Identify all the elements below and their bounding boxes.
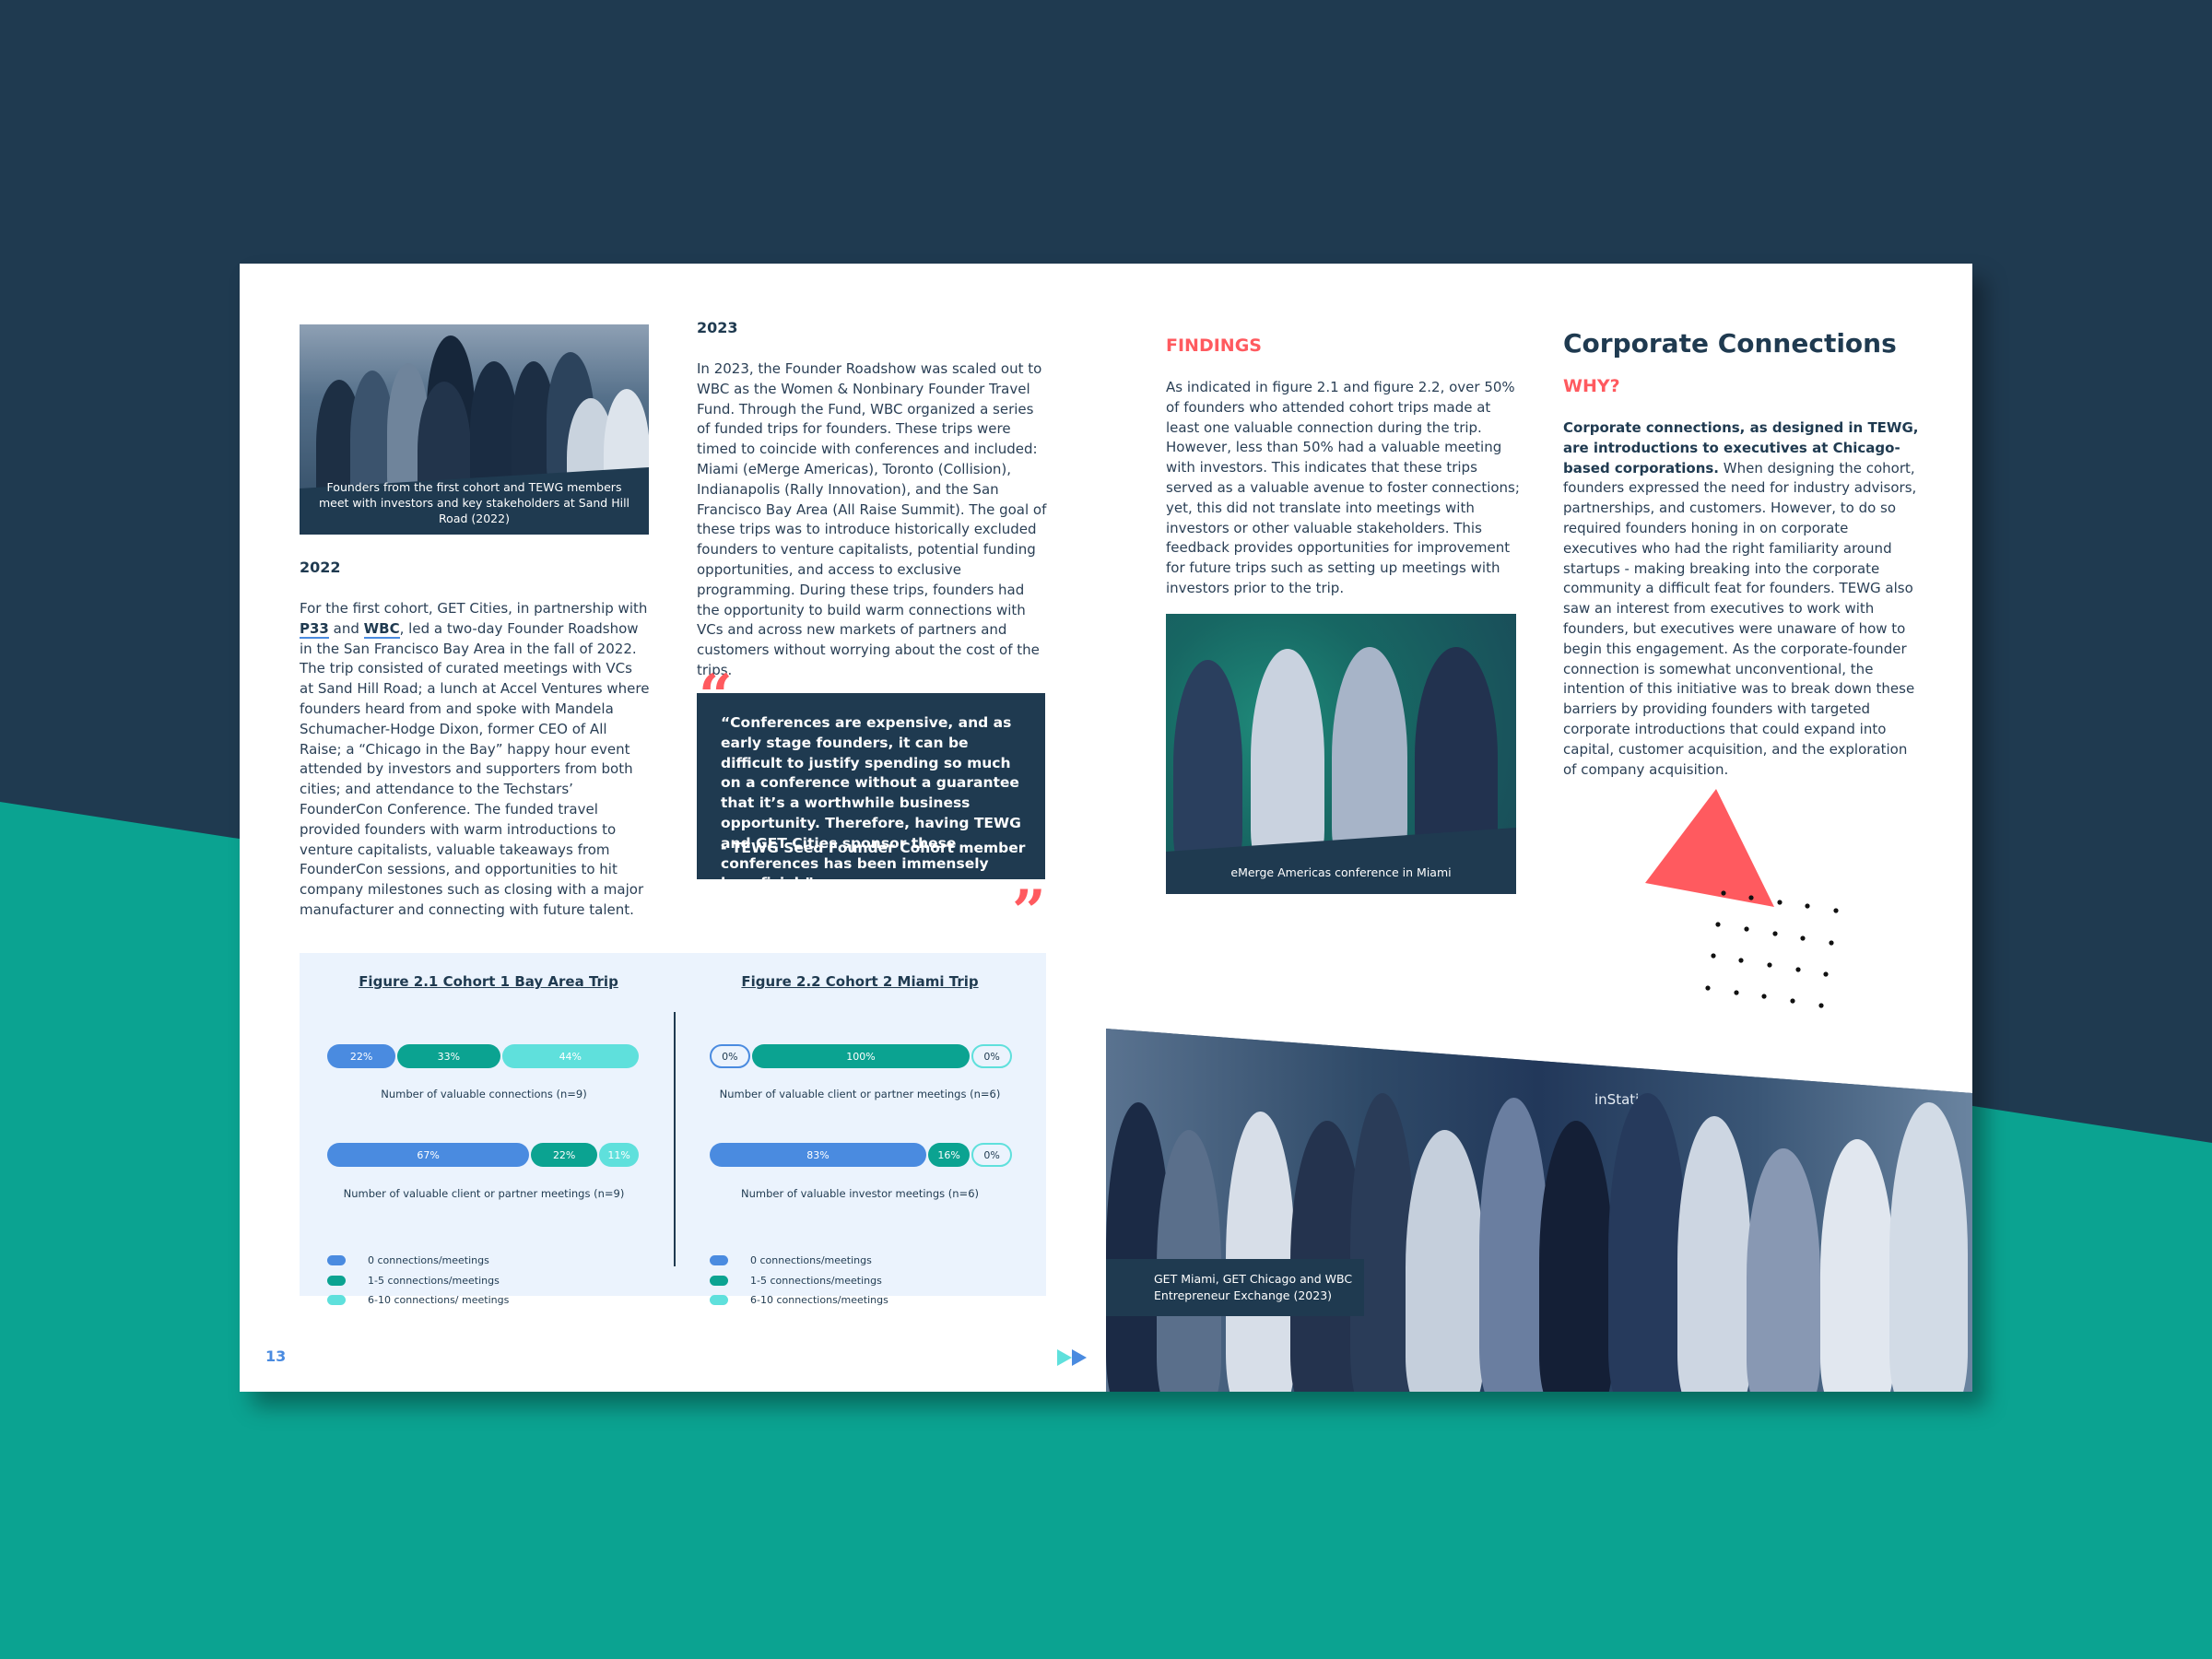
bar-segment-2: 16% xyxy=(927,1143,971,1167)
bar-segment-1: 67% xyxy=(327,1143,530,1167)
photo-entrepreneur-exchange: inStatic GET Miami, GET Chicago and WBC … xyxy=(1106,1029,1972,1392)
paragraph-2022: For the first cohort, GET Cities, in par… xyxy=(300,599,650,921)
paragraph-text: and xyxy=(328,619,364,637)
photo-caption-line-1: GET Miami, GET Chicago and WBC xyxy=(1154,1272,1353,1286)
photo-caption-line-2: Entrepreneur Exchange (2023) xyxy=(1154,1288,1333,1302)
bar-segment-3: 0% xyxy=(971,1044,1012,1068)
legend-label: 0 connections/meetings xyxy=(368,1254,489,1267)
bar-segment-2: 100% xyxy=(751,1044,971,1068)
figure-2-2-row-1-bar: 0% 100% 0% xyxy=(710,1044,1014,1068)
corporate-paragraph: Corporate connections, as designed in TE… xyxy=(1563,418,1923,780)
legend-item: 1-5 connections/meetings xyxy=(710,1271,888,1291)
bar-segment-1: 83% xyxy=(710,1143,926,1167)
quote-box: “Conferences are expensive, and as early… xyxy=(697,693,1045,891)
legend-item: 6-10 connections/ meetings xyxy=(327,1290,509,1311)
heading-2023: 2023 xyxy=(697,319,738,336)
quote-text: “Conferences are expensive, and as early… xyxy=(721,714,1021,892)
legend-item: 1-5 connections/meetings xyxy=(327,1271,509,1291)
photo-caption: Founders from the first cohort and TEWG … xyxy=(318,480,630,525)
figures-divider xyxy=(674,1012,676,1266)
legend-label: 1-5 connections/meetings xyxy=(750,1274,882,1287)
legend-swatch-teal xyxy=(710,1275,728,1286)
figure-2-1-row-1-bar: 22% 33% 44% xyxy=(327,1044,641,1068)
bar-segment-2: 33% xyxy=(397,1044,500,1068)
paragraph-text: , led a two-day Founder Roadshow in the … xyxy=(300,619,650,918)
heading-2022: 2022 xyxy=(300,559,341,576)
legend-swatch-teal xyxy=(327,1275,346,1286)
bar-segment-3: 44% xyxy=(501,1044,640,1068)
legend-label: 0 connections/meetings xyxy=(750,1254,872,1267)
findings-heading: FINDINGS xyxy=(1166,335,1262,356)
legend-swatch-blue xyxy=(327,1255,346,1266)
photo-sand-hill-road: Founders from the first cohort and TEWG … xyxy=(300,324,649,535)
legend-label: 6-10 connections/meetings xyxy=(750,1294,888,1307)
dot-grid xyxy=(1705,890,1839,1008)
figure-2-1-title: Figure 2.1 Cohort 1 Bay Area Trip xyxy=(359,973,618,990)
why-subheading: WHY? xyxy=(1563,376,1620,396)
legend-item: 6-10 connections/meetings xyxy=(710,1290,888,1311)
open-quote-icon: “ xyxy=(699,662,733,731)
bar-segment-2: 22% xyxy=(531,1143,598,1167)
quote-attribution: - TEWG Seed Founder Cohort member xyxy=(721,840,1026,856)
bar-segment-3: 11% xyxy=(599,1143,639,1167)
figure-2-2-row-2-label: Number of valuable investor meetings (n=… xyxy=(741,1187,979,1200)
findings-paragraph: As indicated in figure 2.1 and figure 2.… xyxy=(1166,379,1520,596)
legend-label: 1-5 connections/meetings xyxy=(368,1274,500,1287)
figure-2-1-row-2-label: Number of valuable client or partner mee… xyxy=(343,1187,625,1200)
figure-2-2-title: Figure 2.2 Cohort 2 Miami Trip xyxy=(741,973,979,990)
legend-swatch-aqua xyxy=(327,1295,346,1306)
photo-caption-box: GET Miami, GET Chicago and WBC Entrepren… xyxy=(1106,1259,1364,1316)
corporate-connections-heading: Corporate Connections xyxy=(1563,328,1897,359)
paragraph-2023: In 2023, the Founder Roadshow was scaled… xyxy=(697,360,1047,678)
link-wbc[interactable]: WBC xyxy=(363,619,400,639)
page-number: 13 xyxy=(265,1347,287,1365)
fast-forward-icon[interactable] xyxy=(1057,1349,1090,1366)
figure-2-2-row-1-label: Number of valuable client or partner mee… xyxy=(719,1088,1001,1100)
bar-segment-1: 22% xyxy=(327,1044,396,1068)
figure-2-2-row-2-bar: 83% 16% 0% xyxy=(710,1143,1014,1167)
legend-swatch-aqua xyxy=(710,1295,728,1306)
legend-item: 0 connections/meetings xyxy=(327,1251,509,1271)
booklet-spread: Founders from the first cohort and TEWG … xyxy=(240,264,1972,1392)
legend-swatch-blue xyxy=(710,1255,728,1266)
figure-2-1-legend: 0 connections/meetings 1-5 connections/m… xyxy=(327,1251,509,1311)
photo-emerge-miami: eMerge Americas conference in Miami xyxy=(1166,614,1516,894)
paragraph-text: For the first cohort, GET Cities, in par… xyxy=(300,600,648,617)
figure-2-1-row-2-bar: 67% 22% 11% xyxy=(327,1143,641,1167)
right-page: FINDINGS As indicated in figure 2.1 and … xyxy=(1106,264,1972,1392)
legend-label: 6-10 connections/ meetings xyxy=(368,1294,510,1307)
figures-panel: Figure 2.1 Cohort 1 Bay Area Trip 22% 33%… xyxy=(300,953,1046,1306)
bar-segment-3: 0% xyxy=(971,1143,1012,1167)
legend-item: 0 connections/meetings xyxy=(710,1251,888,1271)
corporate-text: When designing the cohort, founders expr… xyxy=(1563,459,1917,778)
decorative-triangle-dots xyxy=(1645,789,1839,1008)
close-quote-icon: ” xyxy=(1012,877,1046,947)
link-p33[interactable]: P33 xyxy=(300,619,329,639)
figure-2-2-legend: 0 connections/meetings 1-5 connections/m… xyxy=(710,1251,888,1311)
figure-2-1-row-1-label: Number of valuable connections (n=9) xyxy=(381,1088,587,1100)
photo-caption: eMerge Americas conference in Miami xyxy=(1230,865,1452,879)
left-page: Founders from the first cohort and TEWG … xyxy=(240,264,1107,1392)
bar-segment-1: 0% xyxy=(710,1044,750,1068)
